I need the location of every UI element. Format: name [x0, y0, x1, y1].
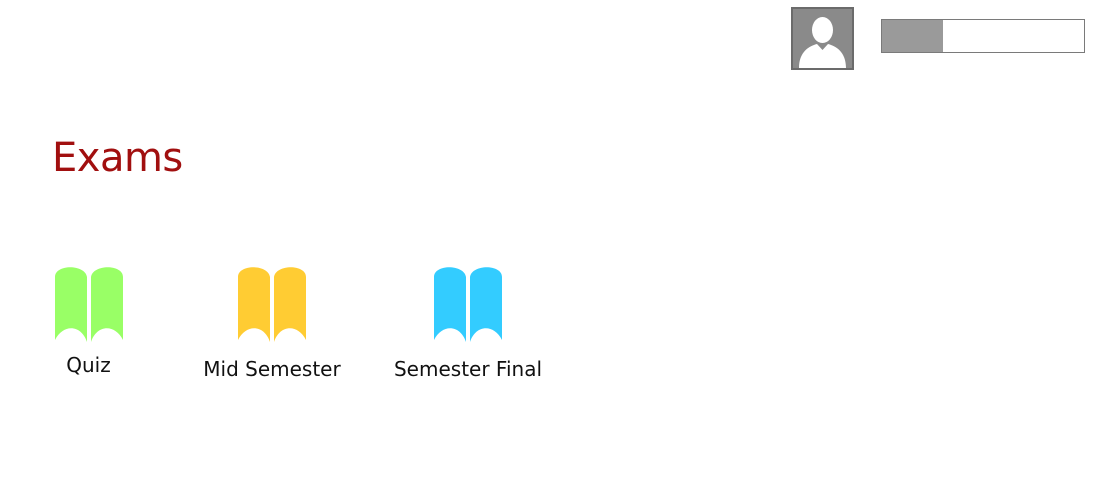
book-icon [55, 267, 123, 342]
page-title: Exams [52, 135, 183, 181]
progress-bar [881, 19, 1085, 53]
book-icon [238, 267, 306, 342]
exam-tile-semester-final[interactable]: Semester Final [386, 266, 550, 381]
exam-label: Semester Final [393, 357, 543, 381]
user-avatar[interactable] [791, 7, 854, 70]
progress-bar-fill [882, 20, 943, 52]
exam-label: Mid Semester [203, 357, 341, 381]
exam-label: Quiz [66, 353, 111, 377]
exam-tile-quiz[interactable]: Quiz [46, 266, 132, 377]
exam-tile-mid-semester[interactable]: Mid Semester [196, 266, 348, 381]
user-avatar-icon [793, 9, 852, 68]
book-icon [434, 267, 502, 342]
